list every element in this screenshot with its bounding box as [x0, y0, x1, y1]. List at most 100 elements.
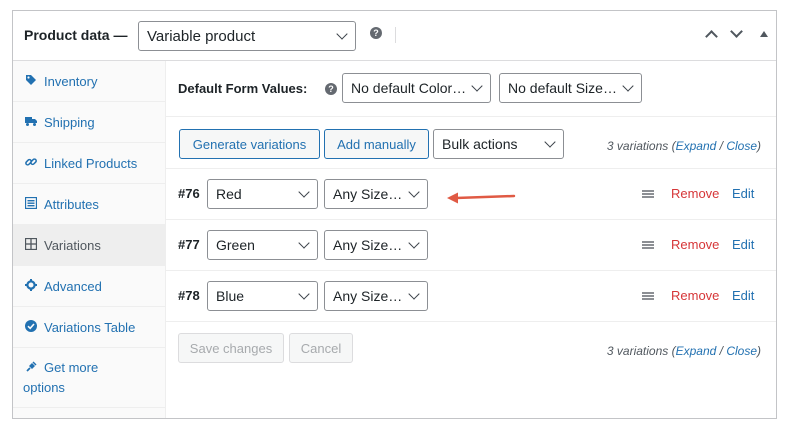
tab-attributes[interactable]: Attributes: [13, 184, 165, 225]
chevron-down-icon: [298, 288, 310, 300]
select-value: Any Size…: [333, 186, 403, 202]
chevron-down-icon: [544, 136, 556, 148]
remove-variation-link[interactable]: Remove: [671, 288, 719, 303]
variation-row: #77 Green Any Size… Remove Edit: [166, 220, 776, 271]
tab-get-more-options[interactable]: Get more options: [13, 348, 165, 408]
select-value: Blue: [216, 288, 245, 304]
edit-variation-link[interactable]: Edit: [732, 186, 754, 201]
select-value: Any Size…: [333, 288, 403, 304]
tab-shipping[interactable]: Shipping: [13, 102, 165, 143]
generate-variations-button[interactable]: Generate variations: [179, 129, 320, 159]
tab-variations[interactable]: Variations: [13, 225, 165, 266]
tab-advanced[interactable]: Advanced: [13, 266, 165, 307]
product-type-value: Variable product: [147, 27, 256, 45]
count-text: 3 variations (: [606, 344, 676, 358]
edit-variation-link[interactable]: Edit: [732, 288, 754, 303]
collapse-toggle-icon[interactable]: [760, 31, 768, 37]
variations-panel: Default Form Values: ? No default Color……: [166, 61, 776, 418]
chevron-down-icon: [408, 288, 420, 300]
link-icon: [25, 158, 37, 166]
close-link[interactable]: Close: [726, 344, 757, 358]
annotation-arrow-icon: [447, 192, 516, 204]
select-value: Red: [216, 186, 242, 202]
select-value: Green: [216, 237, 255, 253]
count-text: 3 variations (: [606, 139, 676, 153]
tab-linked-products[interactable]: Linked Products: [13, 143, 165, 184]
product-type-select[interactable]: Variable product: [138, 21, 356, 51]
help-icon[interactable]: ?: [370, 27, 382, 39]
chevron-down-icon: [622, 80, 634, 92]
default-form-values-label: Default Form Values:: [178, 81, 308, 96]
variation-color-select[interactable]: Red: [207, 179, 318, 209]
bulk-actions-select[interactable]: Bulk actions: [433, 129, 564, 159]
variation-row: #76 Red Any Size… Remove Edit: [166, 169, 776, 220]
separator: /: [716, 344, 727, 358]
tab-label: Variations: [44, 238, 101, 253]
add-manually-button[interactable]: Add manually: [324, 129, 429, 159]
select-value: No default Size…: [508, 80, 617, 96]
save-changes-button[interactable]: Save changes: [178, 333, 284, 363]
expand-link[interactable]: Expand: [676, 344, 717, 358]
tab-label: Linked Products: [44, 156, 138, 171]
close-link[interactable]: Close: [726, 139, 757, 153]
drag-handle-icon[interactable]: [642, 241, 654, 249]
tab-label: Shipping: [44, 115, 95, 130]
drag-handle-icon[interactable]: [642, 190, 654, 198]
drag-handle-icon[interactable]: [642, 292, 654, 300]
variation-id: #76: [178, 186, 200, 201]
default-form-values: Default Form Values: ? No default Color……: [166, 61, 776, 117]
tab-label: Variations Table: [44, 320, 136, 335]
select-value: Bulk actions: [442, 136, 518, 152]
tag-icon: [26, 75, 36, 85]
chevron-down-icon: [298, 237, 310, 249]
variation-size-select[interactable]: Any Size…: [324, 281, 428, 311]
remove-variation-link[interactable]: Remove: [671, 186, 719, 201]
default-size-select[interactable]: No default Size…: [499, 73, 642, 103]
variation-id: #77: [178, 237, 200, 252]
variation-id: #78: [178, 288, 200, 303]
tab-inventory[interactable]: Inventory: [13, 61, 165, 102]
edit-variation-link[interactable]: Edit: [732, 237, 754, 252]
truck-icon: [25, 117, 37, 126]
separator: /: [716, 139, 727, 153]
chevron-down-icon: [336, 28, 348, 40]
panel-title: Product data —: [24, 27, 128, 43]
variation-size-select[interactable]: Any Size…: [324, 179, 428, 209]
chevron-down-icon: [298, 186, 310, 198]
variations-toolbar: Generate variations Add manually Bulk ac…: [166, 117, 776, 169]
select-value: Any Size…: [333, 237, 403, 253]
select-value: No default Color…: [351, 80, 467, 96]
cancel-button[interactable]: Cancel: [289, 333, 353, 363]
variation-size-select[interactable]: Any Size…: [324, 230, 428, 260]
tab-label: Inventory: [44, 74, 98, 89]
variation-color-select[interactable]: Blue: [207, 281, 318, 311]
tab-label: Attributes: [44, 197, 99, 212]
tab-label: Advanced: [44, 279, 102, 294]
move-up-icon[interactable]: [705, 30, 718, 43]
variations-count: 3 variations (Expand / Close): [607, 344, 761, 358]
chevron-down-icon: [408, 186, 420, 198]
expand-link[interactable]: Expand: [676, 139, 717, 153]
remove-variation-link[interactable]: Remove: [671, 237, 719, 252]
tab-variations-table[interactable]: Variations Table: [13, 307, 165, 348]
variations-count: 3 variations (Expand / Close): [607, 139, 761, 153]
paren: ): [757, 344, 761, 358]
check-circle-icon: [25, 320, 37, 332]
divider: [395, 27, 396, 43]
panel-header: Product data — Variable product ?: [13, 11, 776, 61]
product-data-tabs: Inventory Shipping Linked Products Attri…: [13, 61, 166, 418]
variation-row: #78 Blue Any Size… Remove Edit: [166, 271, 776, 322]
variations-footer: Save changes Cancel 3 variations (Expand…: [166, 322, 776, 374]
list-icon: [25, 197, 37, 209]
tab-label: Get more options: [23, 360, 99, 395]
grid-icon: [25, 238, 37, 250]
product-data-panel: Product data — Variable product ? Invent…: [12, 10, 777, 419]
variation-color-select[interactable]: Green: [207, 230, 318, 260]
paren: ): [757, 139, 761, 153]
move-down-icon[interactable]: [730, 25, 743, 38]
chevron-down-icon: [408, 237, 420, 249]
gear-icon: [25, 279, 37, 291]
default-color-select[interactable]: No default Color…: [342, 73, 491, 103]
chevron-down-icon: [471, 80, 483, 92]
help-icon[interactable]: ?: [325, 83, 337, 95]
